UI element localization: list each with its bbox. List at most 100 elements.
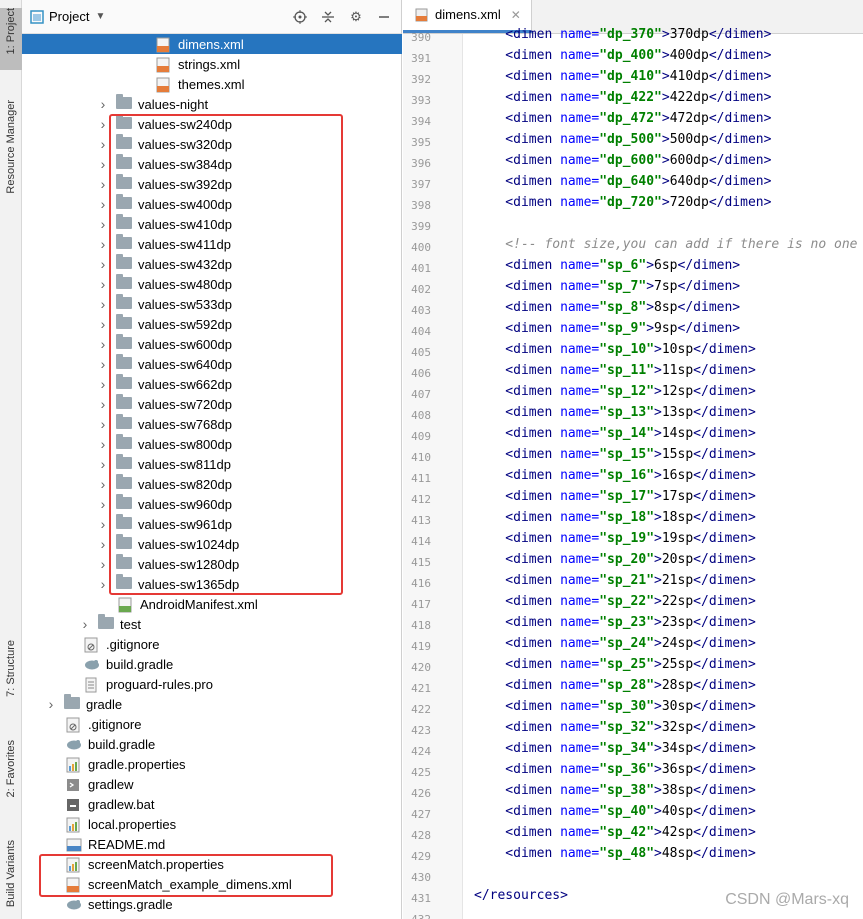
side-tab-project[interactable]: 1: Project bbox=[0, 8, 22, 70]
tree-item[interactable]: › values-sw1365dp bbox=[22, 574, 402, 594]
expand-arrow-icon[interactable]: › bbox=[98, 96, 108, 112]
expand-arrow-icon[interactable]: › bbox=[80, 616, 90, 632]
expand-arrow-icon[interactable]: › bbox=[98, 196, 108, 212]
code-line[interactable]: <dimen name="sp_36">36sp</dimen> bbox=[474, 762, 756, 777]
code-line[interactable]: <!-- font size,you can add if there is n… bbox=[474, 237, 857, 252]
tree-item[interactable]: › gradle bbox=[22, 694, 402, 714]
tree-item[interactable]: screenMatch_example_dimens.xml bbox=[22, 874, 402, 894]
expand-arrow-icon[interactable]: › bbox=[98, 416, 108, 432]
tree-item[interactable]: › values-sw800dp bbox=[22, 434, 402, 454]
expand-arrow-icon[interactable]: › bbox=[98, 536, 108, 552]
code-line[interactable]: <dimen name="sp_21">21sp</dimen> bbox=[474, 573, 756, 588]
tree-item[interactable]: .gitignore bbox=[22, 634, 402, 654]
tree-item[interactable]: screenMatch.properties bbox=[22, 854, 402, 874]
code-line[interactable]: <dimen name="sp_10">10sp</dimen> bbox=[474, 342, 756, 357]
code-line[interactable]: <dimen name="dp_500">500dp</dimen> bbox=[474, 132, 771, 147]
expand-arrow-icon[interactable]: › bbox=[98, 476, 108, 492]
close-icon[interactable]: ✕ bbox=[511, 8, 521, 22]
code-line[interactable]: <dimen name="sp_42">42sp</dimen> bbox=[474, 825, 756, 840]
code-line[interactable]: <dimen name="sp_13">13sp</dimen> bbox=[474, 405, 756, 420]
tree-item[interactable]: › values-sw384dp bbox=[22, 154, 402, 174]
code-line[interactable]: <dimen name="dp_640">640dp</dimen> bbox=[474, 174, 771, 189]
expand-arrow-icon[interactable]: › bbox=[98, 556, 108, 572]
project-view-title[interactable]: Project bbox=[49, 9, 89, 24]
code-line[interactable]: <dimen name="sp_11">11sp</dimen> bbox=[474, 363, 756, 378]
code-line[interactable]: <dimen name="sp_19">19sp</dimen> bbox=[474, 531, 756, 546]
code-line[interactable]: <dimen name="dp_370">370dp</dimen> bbox=[474, 27, 771, 42]
tree-item[interactable]: › values-sw1280dp bbox=[22, 554, 402, 574]
tree-item[interactable]: › values-sw592dp bbox=[22, 314, 402, 334]
expand-arrow-icon[interactable]: › bbox=[98, 576, 108, 592]
tree-item[interactable]: › values-sw1024dp bbox=[22, 534, 402, 554]
tree-item[interactable]: strings.xml bbox=[22, 54, 402, 74]
tree-item[interactable]: › values-sw432dp bbox=[22, 254, 402, 274]
tree-item[interactable]: › values-sw400dp bbox=[22, 194, 402, 214]
code-line[interactable]: <dimen name="sp_17">17sp</dimen> bbox=[474, 489, 756, 504]
expand-arrow-icon[interactable]: › bbox=[98, 336, 108, 352]
expand-arrow-icon[interactable]: › bbox=[46, 696, 56, 712]
tree-item[interactable]: gradlew bbox=[22, 774, 402, 794]
tree-item[interactable]: proguard-rules.pro bbox=[22, 674, 402, 694]
expand-arrow-icon[interactable]: › bbox=[98, 256, 108, 272]
locate-icon[interactable] bbox=[293, 9, 307, 24]
code-line[interactable]: <dimen name="sp_20">20sp</dimen> bbox=[474, 552, 756, 567]
code-line[interactable]: <dimen name="sp_34">34sp</dimen> bbox=[474, 741, 756, 756]
tree-item[interactable]: › values-sw533dp bbox=[22, 294, 402, 314]
side-tab-build-variants[interactable]: Build Variants bbox=[0, 840, 22, 919]
expand-arrow-icon[interactable]: › bbox=[98, 376, 108, 392]
code-line[interactable]: <dimen name="sp_9">9sp</dimen> bbox=[474, 321, 740, 336]
code-line[interactable]: <dimen name="dp_720">720dp</dimen> bbox=[474, 195, 771, 210]
tree-item[interactable]: › values-sw768dp bbox=[22, 414, 402, 434]
code-line[interactable]: <dimen name="sp_24">24sp</dimen> bbox=[474, 636, 756, 651]
expand-arrow-icon[interactable]: › bbox=[98, 216, 108, 232]
expand-arrow-icon[interactable]: › bbox=[98, 456, 108, 472]
tree-item[interactable]: › values-sw392dp bbox=[22, 174, 402, 194]
tree-item[interactable]: › values-sw410dp bbox=[22, 214, 402, 234]
code-line[interactable]: <dimen name="sp_23">23sp</dimen> bbox=[474, 615, 756, 630]
tree-item[interactable]: › values-sw320dp bbox=[22, 134, 402, 154]
code-line[interactable]: <dimen name="sp_6">6sp</dimen> bbox=[474, 258, 740, 273]
tree-item[interactable]: build.gradle bbox=[22, 654, 402, 674]
tree-item[interactable]: build.gradle bbox=[22, 734, 402, 754]
expand-arrow-icon[interactable]: › bbox=[98, 176, 108, 192]
code-line[interactable]: <dimen name="sp_7">7sp</dimen> bbox=[474, 279, 740, 294]
expand-arrow-icon[interactable]: › bbox=[98, 156, 108, 172]
code-line[interactable]: <dimen name="sp_14">14sp</dimen> bbox=[474, 426, 756, 441]
tree-item[interactable]: › values-sw640dp bbox=[22, 354, 402, 374]
code-line[interactable]: <dimen name="dp_600">600dp</dimen> bbox=[474, 153, 771, 168]
expand-arrow-icon[interactable]: › bbox=[98, 356, 108, 372]
tree-item[interactable]: › values-sw720dp bbox=[22, 394, 402, 414]
side-tab-structure[interactable]: 7: Structure bbox=[0, 640, 22, 710]
tree-item[interactable]: settings.gradle bbox=[22, 894, 402, 914]
code-line[interactable]: <dimen name="sp_16">16sp</dimen> bbox=[474, 468, 756, 483]
tree-item[interactable]: dimens.xml bbox=[22, 34, 402, 54]
code-line[interactable]: <dimen name="sp_30">30sp</dimen> bbox=[474, 699, 756, 714]
code-line[interactable]: <dimen name="dp_422">422dp</dimen> bbox=[474, 90, 771, 105]
code-line[interactable]: <dimen name="sp_8">8sp</dimen> bbox=[474, 300, 740, 315]
code-line[interactable]: <dimen name="sp_40">40sp</dimen> bbox=[474, 804, 756, 819]
tree-item[interactable]: › values-sw960dp bbox=[22, 494, 402, 514]
code-line[interactable]: <dimen name="sp_48">48sp</dimen> bbox=[474, 846, 756, 861]
tree-item[interactable]: .gitignore bbox=[22, 714, 402, 734]
collapse-all-icon[interactable] bbox=[321, 10, 335, 24]
chevron-down-icon[interactable]: ▼ bbox=[93, 10, 107, 24]
code-line[interactable]: <dimen name="dp_410">410dp</dimen> bbox=[474, 69, 771, 84]
code-line[interactable]: <dimen name="sp_18">18sp</dimen> bbox=[474, 510, 756, 525]
expand-arrow-icon[interactable]: › bbox=[98, 276, 108, 292]
tree-item[interactable]: themes.xml bbox=[22, 74, 402, 94]
tree-item[interactable]: local.properties bbox=[22, 814, 402, 834]
code-line[interactable]: <dimen name="sp_15">15sp</dimen> bbox=[474, 447, 756, 462]
tree-item[interactable]: › values-sw600dp bbox=[22, 334, 402, 354]
code-line[interactable]: <dimen name="sp_22">22sp</dimen> bbox=[474, 594, 756, 609]
side-tab-favorites[interactable]: 2: Favorites bbox=[0, 740, 22, 826]
expand-arrow-icon[interactable]: › bbox=[98, 496, 108, 512]
expand-arrow-icon[interactable]: › bbox=[98, 136, 108, 152]
tree-item[interactable]: AndroidManifest.xml bbox=[22, 594, 402, 614]
code-line[interactable]: <dimen name="dp_400">400dp</dimen> bbox=[474, 48, 771, 63]
code-line[interactable]: </resources> bbox=[474, 888, 568, 903]
tree-item[interactable]: › values-sw961dp bbox=[22, 514, 402, 534]
expand-arrow-icon[interactable]: › bbox=[98, 436, 108, 452]
tree-item[interactable]: gradlew.bat bbox=[22, 794, 402, 814]
tree-item[interactable]: › test bbox=[22, 614, 402, 634]
tree-item[interactable]: › values-sw411dp bbox=[22, 234, 402, 254]
